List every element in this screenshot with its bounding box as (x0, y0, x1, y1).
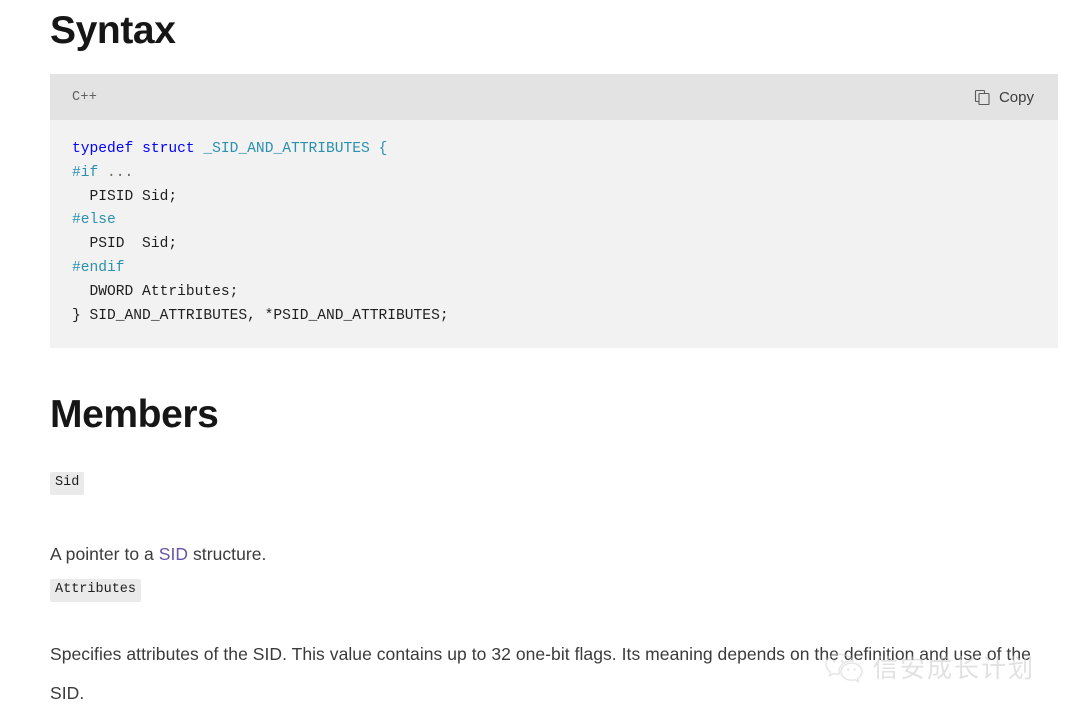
document-page: Syntax C++ Copy typedef struct _SID_AND_… (0, 0, 1080, 718)
member-description-sid-suffix: structure. (188, 543, 267, 564)
code-language-label: C++ (72, 89, 98, 105)
sid-structure-link[interactable]: SID (159, 544, 188, 564)
copy-icon (974, 89, 991, 106)
member-description-sid: A pointer to a SID structure. (50, 535, 950, 574)
member-description-sid-prefix: A pointer to a (50, 543, 159, 564)
member-name-attributes: Attributes (50, 579, 142, 602)
member-description-attributes: Specifies attributes of the SID. This va… (50, 643, 1031, 703)
members-section-heading: Members (50, 393, 219, 436)
copy-code-button[interactable]: Copy (968, 85, 1040, 110)
code-block-body[interactable]: typedef struct _SID_AND_ATTRIBUTES { #if… (50, 120, 1058, 349)
copy-button-label: Copy (998, 88, 1034, 106)
code-block-header: C++ Copy (50, 74, 1058, 120)
member-name-sid: Sid (50, 472, 85, 495)
code-block: C++ Copy typedef struct _SID_AND_ATTRIBU… (50, 74, 1058, 349)
code-content: typedef struct _SID_AND_ATTRIBUTES { #if… (72, 141, 449, 324)
syntax-section-heading: Syntax (50, 9, 176, 52)
